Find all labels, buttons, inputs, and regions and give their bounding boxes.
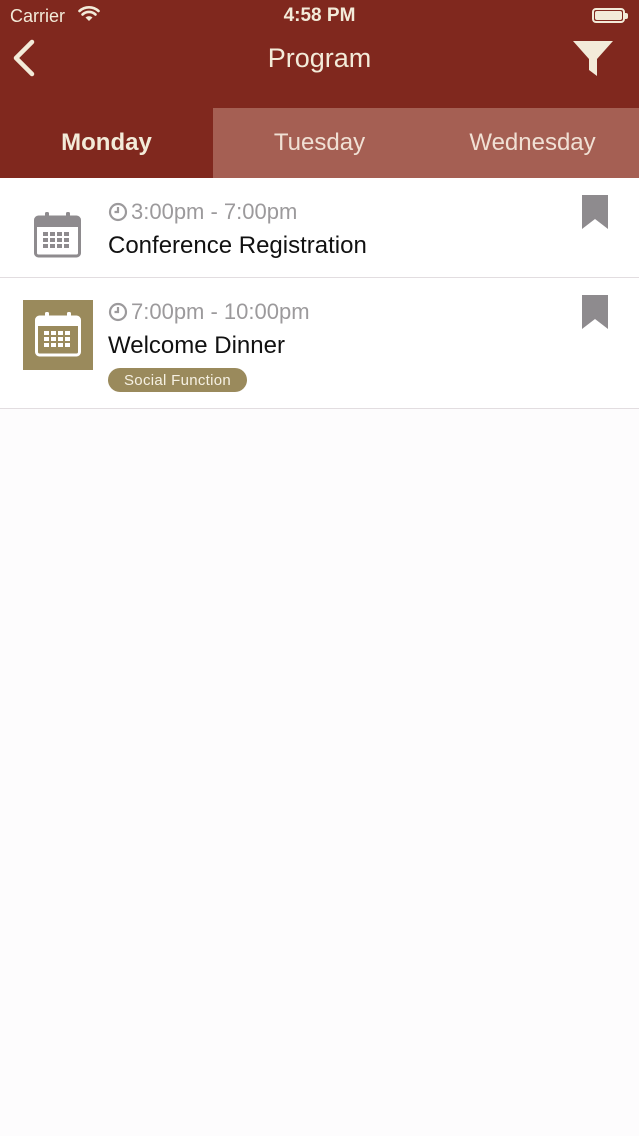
clock-icon xyxy=(108,202,128,222)
tab-monday[interactable]: Monday xyxy=(0,108,213,178)
page-title: Program xyxy=(267,43,372,73)
event-time-text: 3:00pm - 7:00pm xyxy=(131,199,298,224)
day-tabs: Monday Tuesday Wednesday xyxy=(0,108,639,178)
bookmark-icon[interactable] xyxy=(582,195,608,229)
status-bar: Carrier 4:58 PM xyxy=(0,0,639,32)
status-time: 4:58 PM xyxy=(283,5,356,26)
event-time-text: 7:00pm - 10:00pm xyxy=(131,299,310,324)
filter-button[interactable] xyxy=(570,38,616,82)
list-item[interactable]: 3:00pm - 7:00pm Conference Registration xyxy=(0,178,639,278)
list-item[interactable]: 7:00pm - 10:00pm Welcome Dinner Social F… xyxy=(0,278,639,409)
event-title: Welcome Dinner xyxy=(108,332,285,359)
event-time: 3:00pm - 7:00pm xyxy=(108,199,297,225)
event-time: 7:00pm - 10:00pm xyxy=(108,299,310,325)
battery-icon xyxy=(592,8,628,23)
clock-icon xyxy=(108,302,128,322)
top-bar: Carrier 4:58 PM Program xyxy=(0,0,639,108)
bookmark-icon[interactable] xyxy=(582,295,608,329)
calendar-icon-tile xyxy=(23,300,93,370)
calendar-icon xyxy=(34,212,81,258)
tab-tuesday[interactable]: Tuesday xyxy=(213,108,426,178)
calendar-icon xyxy=(35,312,81,357)
tab-wednesday[interactable]: Wednesday xyxy=(426,108,639,178)
event-list: 3:00pm - 7:00pm Conference Registration xyxy=(0,178,639,409)
category-badge: Social Function xyxy=(108,368,248,392)
filter-icon xyxy=(573,41,613,76)
event-title: Conference Registration xyxy=(108,232,367,259)
